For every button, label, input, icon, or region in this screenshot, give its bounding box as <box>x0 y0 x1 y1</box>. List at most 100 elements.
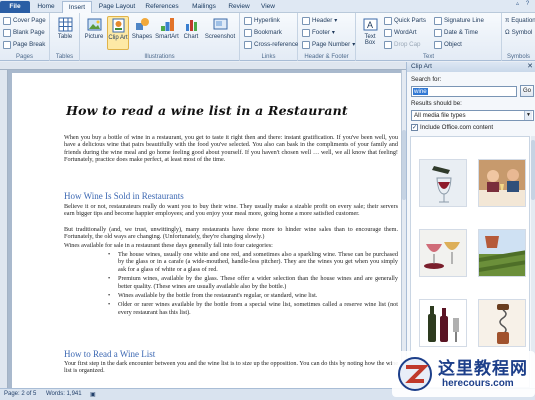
search-label: Search for: <box>411 76 442 83</box>
quick-parts-button[interactable]: Quick Parts <box>384 15 426 26</box>
blank-page-icon <box>3 28 11 37</box>
tab-insert[interactable]: Insert <box>62 1 92 13</box>
body-paragraph-4: Your first step in the dark encounter be… <box>64 360 398 375</box>
tab-page-layout[interactable]: Page Layout <box>95 1 139 13</box>
word-count-status[interactable]: Words: 1,941 <box>46 391 82 397</box>
tab-view[interactable]: View <box>256 1 280 13</box>
shapes-icon <box>135 18 149 30</box>
tab-review[interactable]: Review <box>224 1 254 13</box>
help-icon[interactable]: ? <box>524 1 531 8</box>
list-item: The house wines, usually one white and o… <box>108 251 398 273</box>
tab-file[interactable]: File <box>0 1 30 13</box>
cover-page-icon <box>3 16 11 25</box>
group-text: A Text Box Quick Parts WordArt Drop Cap … <box>356 13 502 61</box>
bookmark-icon <box>244 28 252 37</box>
header-button[interactable]: Header ▾ <box>302 15 337 26</box>
signature-line-icon <box>434 16 442 25</box>
clip-art-result-bottles[interactable] <box>419 299 467 347</box>
heading-how-wine-is-sold: How Wine Is Sold in Restaurants <box>64 191 184 201</box>
watermark-logo-icon <box>398 357 432 391</box>
minimize-ribbon-icon[interactable]: ▵ <box>514 1 521 8</box>
vineyard-image <box>479 230 525 276</box>
wine-glass-image <box>420 160 466 206</box>
picture-button[interactable]: Picture <box>83 16 105 50</box>
blank-page-button[interactable]: Blank Page <box>3 27 45 38</box>
chart-icon <box>185 20 197 31</box>
watermark-domain-text: herecours.com <box>442 378 514 389</box>
proofing-icon[interactable]: ▣ <box>90 391 96 398</box>
picture-icon <box>87 18 101 31</box>
pane-scrollbar-thumb[interactable] <box>531 140 535 200</box>
site-watermark: 这里教程网 herecours.com <box>392 351 535 397</box>
table-button[interactable]: Table <box>54 16 76 50</box>
vertical-ruler[interactable] <box>0 70 8 388</box>
clip-art-result-wine-pour[interactable] <box>419 159 467 207</box>
body-paragraph-1: Believe it or not, restaurateurs really … <box>64 203 398 218</box>
page-number-button[interactable]: Page Number ▾ <box>302 39 355 50</box>
clip-art-result-corkscrew[interactable] <box>478 299 526 347</box>
page-number-icon <box>302 40 310 49</box>
body-paragraph-2: But traditionally (and, we trust, unwitt… <box>64 226 398 241</box>
include-office-label: Include Office.com content <box>420 124 494 131</box>
ribbon: Cover Page Blank Page Page Break Pages T… <box>0 13 535 61</box>
smartart-button[interactable]: SmartArt <box>155 16 179 50</box>
clip-art-pane: Clip Art ✕ Search for: wine Go Results s… <box>406 62 535 388</box>
list-item: Older or rarer wines available by the bo… <box>108 301 398 316</box>
corkscrew-image <box>479 300 525 346</box>
clip-art-result-toast[interactable] <box>478 159 526 207</box>
text-box-button[interactable]: A Text Box <box>359 16 381 50</box>
results-type-select[interactable]: All media file types ▼ <box>411 110 534 121</box>
group-label-header-footer: Header & Footer <box>304 54 349 60</box>
close-icon[interactable]: ✕ <box>527 62 533 72</box>
shapes-button[interactable]: Shapes <box>131 16 153 50</box>
group-label-symbols: Symbols <box>506 54 530 60</box>
footer-button[interactable]: Footer ▾ <box>302 27 335 38</box>
toast-photo-image <box>479 160 525 206</box>
group-label-links: Links <box>261 54 276 60</box>
cover-page-button[interactable]: Cover Page <box>3 15 46 26</box>
signature-line-button[interactable]: Signature Line <box>434 15 484 26</box>
body-paragraph-3: Wines available for sale in a restaurant… <box>64 242 273 249</box>
screenshot-button[interactable]: Screenshot <box>204 16 236 50</box>
clip-art-icon <box>112 18 124 33</box>
screenshot-icon <box>213 18 227 30</box>
omega-icon: Ω <box>505 29 510 36</box>
group-pages: Cover Page Blank Page Page Break Pages <box>0 13 50 61</box>
wordart-icon <box>384 28 392 37</box>
clip-art-button[interactable]: Clip Art <box>107 16 129 50</box>
equation-button[interactable]: π Equation <box>505 15 535 26</box>
tab-references[interactable]: References <box>141 1 183 13</box>
symbol-button[interactable]: Ω Symbol <box>505 27 532 38</box>
tab-mailings[interactable]: Mailings <box>186 1 222 13</box>
search-input[interactable]: wine <box>411 86 517 97</box>
quick-parts-icon <box>384 16 392 25</box>
group-symbols: π Equation Ω Symbol Symbols <box>502 13 535 61</box>
tab-home[interactable]: Home <box>32 1 60 13</box>
hyperlink-icon <box>244 16 252 25</box>
clip-art-result-glasses[interactable] <box>419 229 467 277</box>
chevron-down-icon[interactable]: ▼ <box>524 111 532 120</box>
bookmark-button[interactable]: Bookmark <box>244 27 282 38</box>
chevron-down-icon: ▾ <box>352 41 356 48</box>
object-button[interactable]: Object <box>434 39 462 50</box>
group-label-tables: Tables <box>55 54 74 60</box>
footer-icon <box>302 28 310 37</box>
wordart-button[interactable]: WordArt <box>384 27 417 38</box>
list-item: Wines available by the bottle from the r… <box>108 292 398 300</box>
cross-reference-icon <box>244 40 252 49</box>
page-break-button[interactable]: Page Break <box>3 39 45 50</box>
clip-art-result-vineyard[interactable] <box>478 229 526 277</box>
include-office-checkbox[interactable]: ✓ Include Office.com content <box>411 124 493 131</box>
group-label-text: Text <box>422 54 434 60</box>
document-title: How to read a wine list in a Restaurant <box>66 103 348 118</box>
drop-cap-button[interactable]: Drop Cap <box>384 39 420 50</box>
document-page[interactable]: How to read a wine list in a Restaurant … <box>12 73 402 393</box>
cross-reference-button[interactable]: Cross-reference <box>244 39 298 50</box>
go-button[interactable]: Go <box>520 85 534 97</box>
horizontal-ruler[interactable] <box>0 62 406 70</box>
date-time-button[interactable]: Date & Time <box>434 27 478 38</box>
drop-cap-icon <box>384 40 392 49</box>
page-count-status[interactable]: Page: 2 of 5 <box>4 391 36 397</box>
chart-button[interactable]: Chart <box>180 16 202 50</box>
hyperlink-button[interactable]: Hyperlink <box>244 15 280 26</box>
